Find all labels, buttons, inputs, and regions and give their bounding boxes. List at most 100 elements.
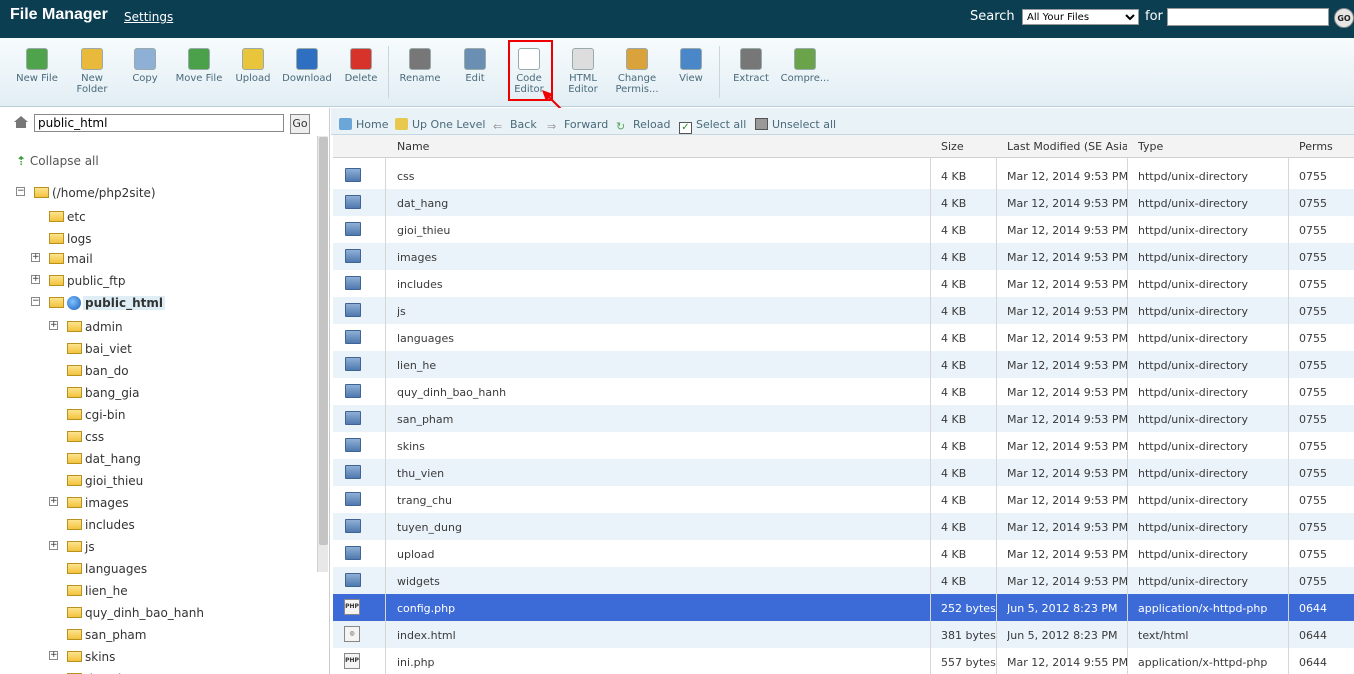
table-row[interactable]: lien_he 4 KB Mar 12, 2014 9:53 PM httpd/uni… bbox=[333, 351, 1354, 378]
tree-item[interactable]: + images bbox=[49, 496, 129, 510]
toolbar-view-button[interactable]: View bbox=[664, 44, 718, 84]
cell-name[interactable]: js bbox=[397, 305, 897, 318]
tree-item[interactable]: css bbox=[67, 430, 104, 444]
tree-item[interactable]: gioi_thieu bbox=[67, 474, 143, 488]
tree-item[interactable]: bai_viet bbox=[67, 342, 132, 356]
table-row[interactable]: PHP config.php 252 bytes Jun 5, 2012 8:23 P… bbox=[333, 594, 1354, 621]
tree-item[interactable]: + public_ftp bbox=[31, 274, 125, 288]
settings-link[interactable]: Settings bbox=[124, 10, 173, 24]
cell-name[interactable]: config.php bbox=[397, 602, 897, 615]
nav-forward-link[interactable]: ⇒ Forward bbox=[547, 118, 608, 133]
cell-name[interactable]: includes bbox=[397, 278, 897, 291]
cell-name[interactable]: thu_vien bbox=[397, 467, 897, 480]
table-row[interactable]: PHP ini.php 557 bytes Mar 12, 2014 9:55 PM a… bbox=[333, 648, 1354, 674]
table-row[interactable]: san_pham 4 KB Mar 12, 2014 9:53 PM httpd/un… bbox=[333, 405, 1354, 432]
table-row[interactable]: quy_dinh_bao_hanh 4 KB Mar 12, 2014 9:53 P… bbox=[333, 378, 1354, 405]
nav-home-link[interactable]: Home bbox=[339, 118, 388, 131]
cell-name[interactable]: tuyen_dung bbox=[397, 521, 897, 534]
cell-name[interactable]: widgets bbox=[397, 575, 897, 588]
path-input[interactable] bbox=[34, 114, 284, 132]
cell-name[interactable]: gioi_thieu bbox=[397, 224, 897, 237]
table-row[interactable]: includes 4 KB Mar 12, 2014 9:53 PM httpd/un… bbox=[333, 270, 1354, 297]
tree-item[interactable]: ban_do bbox=[67, 364, 129, 378]
nav-unselect-all-link[interactable]: Unselect all bbox=[755, 118, 836, 131]
nav-up-link[interactable]: Up One Level bbox=[395, 118, 485, 131]
nav-reload-link[interactable]: ↻ Reload bbox=[616, 118, 670, 133]
toolbar-new-folder-button[interactable]: New Folder bbox=[65, 44, 119, 95]
cell-name[interactable]: quy_dinh_bao_hanh bbox=[397, 386, 897, 399]
cell-name[interactable]: images bbox=[397, 251, 897, 264]
tree-item[interactable]: bang_gia bbox=[67, 386, 140, 400]
tree-item[interactable]: + admin bbox=[49, 320, 123, 334]
tree-item[interactable]: + mail bbox=[31, 252, 93, 266]
toolbar-extract-button[interactable]: Extract bbox=[724, 44, 778, 84]
table-row[interactable]: thu_vien 4 KB Mar 12, 2014 9:53 PM httpd/un… bbox=[333, 459, 1354, 486]
tree-scrollbar[interactable] bbox=[317, 136, 328, 572]
toolbar-rename-button[interactable]: Rename bbox=[393, 44, 447, 84]
table-row[interactable]: trang_chu 4 KB Mar 12, 2014 9:53 PM httpd/u… bbox=[333, 486, 1354, 513]
tree-item[interactable]: languages bbox=[67, 562, 147, 576]
path-go-button[interactable]: Go bbox=[290, 114, 310, 134]
tree-item[interactable]: etc bbox=[49, 210, 86, 224]
tree-item[interactable]: − (/home/php2site) bbox=[16, 186, 156, 200]
table-row[interactable]: dat_hang 4 KB Mar 12, 2014 9:53 PM httpd/un… bbox=[333, 189, 1354, 216]
col-name-header[interactable]: Name bbox=[397, 140, 897, 153]
table-row[interactable]: widgets 4 KB Mar 12, 2014 9:53 PM httpd/uni… bbox=[333, 567, 1354, 594]
col-type-header[interactable]: Type bbox=[1138, 140, 1283, 153]
cell-name[interactable]: san_pham bbox=[397, 413, 897, 426]
cell-name[interactable]: dat_hang bbox=[397, 197, 897, 210]
tree-item[interactable]: lien_he bbox=[67, 584, 128, 598]
tree-scrollbar-thumb[interactable] bbox=[319, 137, 328, 545]
table-row[interactable]: tuyen_dung 4 KB Mar 12, 2014 9:53 PM httpd/… bbox=[333, 513, 1354, 540]
toolbar-download-button[interactable]: Download bbox=[280, 44, 334, 84]
table-row[interactable]: upload 4 KB Mar 12, 2014 9:53 PM httpd/unix… bbox=[333, 540, 1354, 567]
search-go-button[interactable]: GO bbox=[1334, 8, 1354, 28]
nav-back-link[interactable]: ⇐ Back bbox=[493, 118, 537, 133]
toolbar-change-permissions-button[interactable]: Change Permis... bbox=[610, 44, 664, 95]
cell-name[interactable]: ini.php bbox=[397, 656, 897, 669]
expand-icon[interactable]: + bbox=[31, 275, 40, 284]
toolbar-move-file-button[interactable]: Move File bbox=[172, 44, 226, 84]
collapse-all-link[interactable]: ⇡ Collapse all bbox=[16, 154, 99, 168]
toolbar-upload-button[interactable]: Upload bbox=[226, 44, 280, 84]
table-row[interactable]: ◎ index.html 381 bytes Jun 5, 2012 8:23 PM t… bbox=[333, 621, 1354, 648]
tree-item[interactable]: − public_html bbox=[31, 296, 165, 310]
cell-name[interactable]: lien_he bbox=[397, 359, 897, 372]
nav-select-all-link[interactable]: ✓ Select all bbox=[679, 118, 746, 134]
cell-name[interactable]: skins bbox=[397, 440, 897, 453]
search-scope-select[interactable]: All Your Files bbox=[1022, 9, 1139, 25]
tree-item[interactable]: san_pham bbox=[67, 628, 146, 642]
toolbar-edit-button[interactable]: Edit bbox=[448, 44, 502, 84]
table-row[interactable]: js 4 KB Mar 12, 2014 9:53 PM httpd/unix-dir… bbox=[333, 297, 1354, 324]
col-modified-header[interactable]: Last Modified (SE Asia Standard Time) bbox=[1007, 140, 1127, 153]
tree-item[interactable]: dat_hang bbox=[67, 452, 141, 466]
expand-icon[interactable]: + bbox=[49, 321, 58, 330]
toolbar-compress-button[interactable]: Compre... bbox=[778, 44, 832, 84]
toolbar-new-file-button[interactable]: New File bbox=[10, 44, 64, 84]
tree-item[interactable]: cgi-bin bbox=[67, 408, 125, 422]
table-row[interactable]: skins 4 KB Mar 12, 2014 9:53 PM httpd/unix-… bbox=[333, 432, 1354, 459]
col-size-header[interactable]: Size bbox=[941, 140, 996, 153]
expand-icon[interactable]: + bbox=[49, 497, 58, 506]
table-row[interactable]: css 4 KB Mar 12, 2014 9:53 PM httpd/unix-di… bbox=[333, 162, 1354, 189]
collapse-icon[interactable]: − bbox=[16, 187, 25, 196]
cell-name[interactable]: css bbox=[397, 170, 897, 183]
table-row[interactable]: images 4 KB Mar 12, 2014 9:53 PM httpd/unix… bbox=[333, 243, 1354, 270]
search-input[interactable] bbox=[1167, 8, 1329, 26]
tree-item[interactable]: includes bbox=[67, 518, 135, 532]
expand-icon[interactable]: + bbox=[49, 541, 58, 550]
tree-item[interactable]: + skins bbox=[49, 650, 115, 664]
expand-icon[interactable]: + bbox=[49, 651, 58, 660]
tree-item[interactable]: quy_dinh_bao_hanh bbox=[67, 606, 204, 620]
expand-icon[interactable]: + bbox=[31, 253, 40, 262]
toolbar-delete-button[interactable]: Delete bbox=[334, 44, 388, 84]
tree-item[interactable]: + js bbox=[49, 540, 95, 554]
col-perms-header[interactable]: Perms bbox=[1299, 140, 1349, 153]
collapse-icon[interactable]: − bbox=[31, 297, 40, 306]
table-row[interactable]: gioi_thieu 4 KB Mar 12, 2014 9:53 PM httpd/… bbox=[333, 216, 1354, 243]
cell-name[interactable]: languages bbox=[397, 332, 897, 345]
cell-name[interactable]: trang_chu bbox=[397, 494, 897, 507]
cell-name[interactable]: index.html bbox=[397, 629, 897, 642]
tree-item[interactable]: logs bbox=[49, 232, 92, 246]
cell-name[interactable]: upload bbox=[397, 548, 897, 561]
